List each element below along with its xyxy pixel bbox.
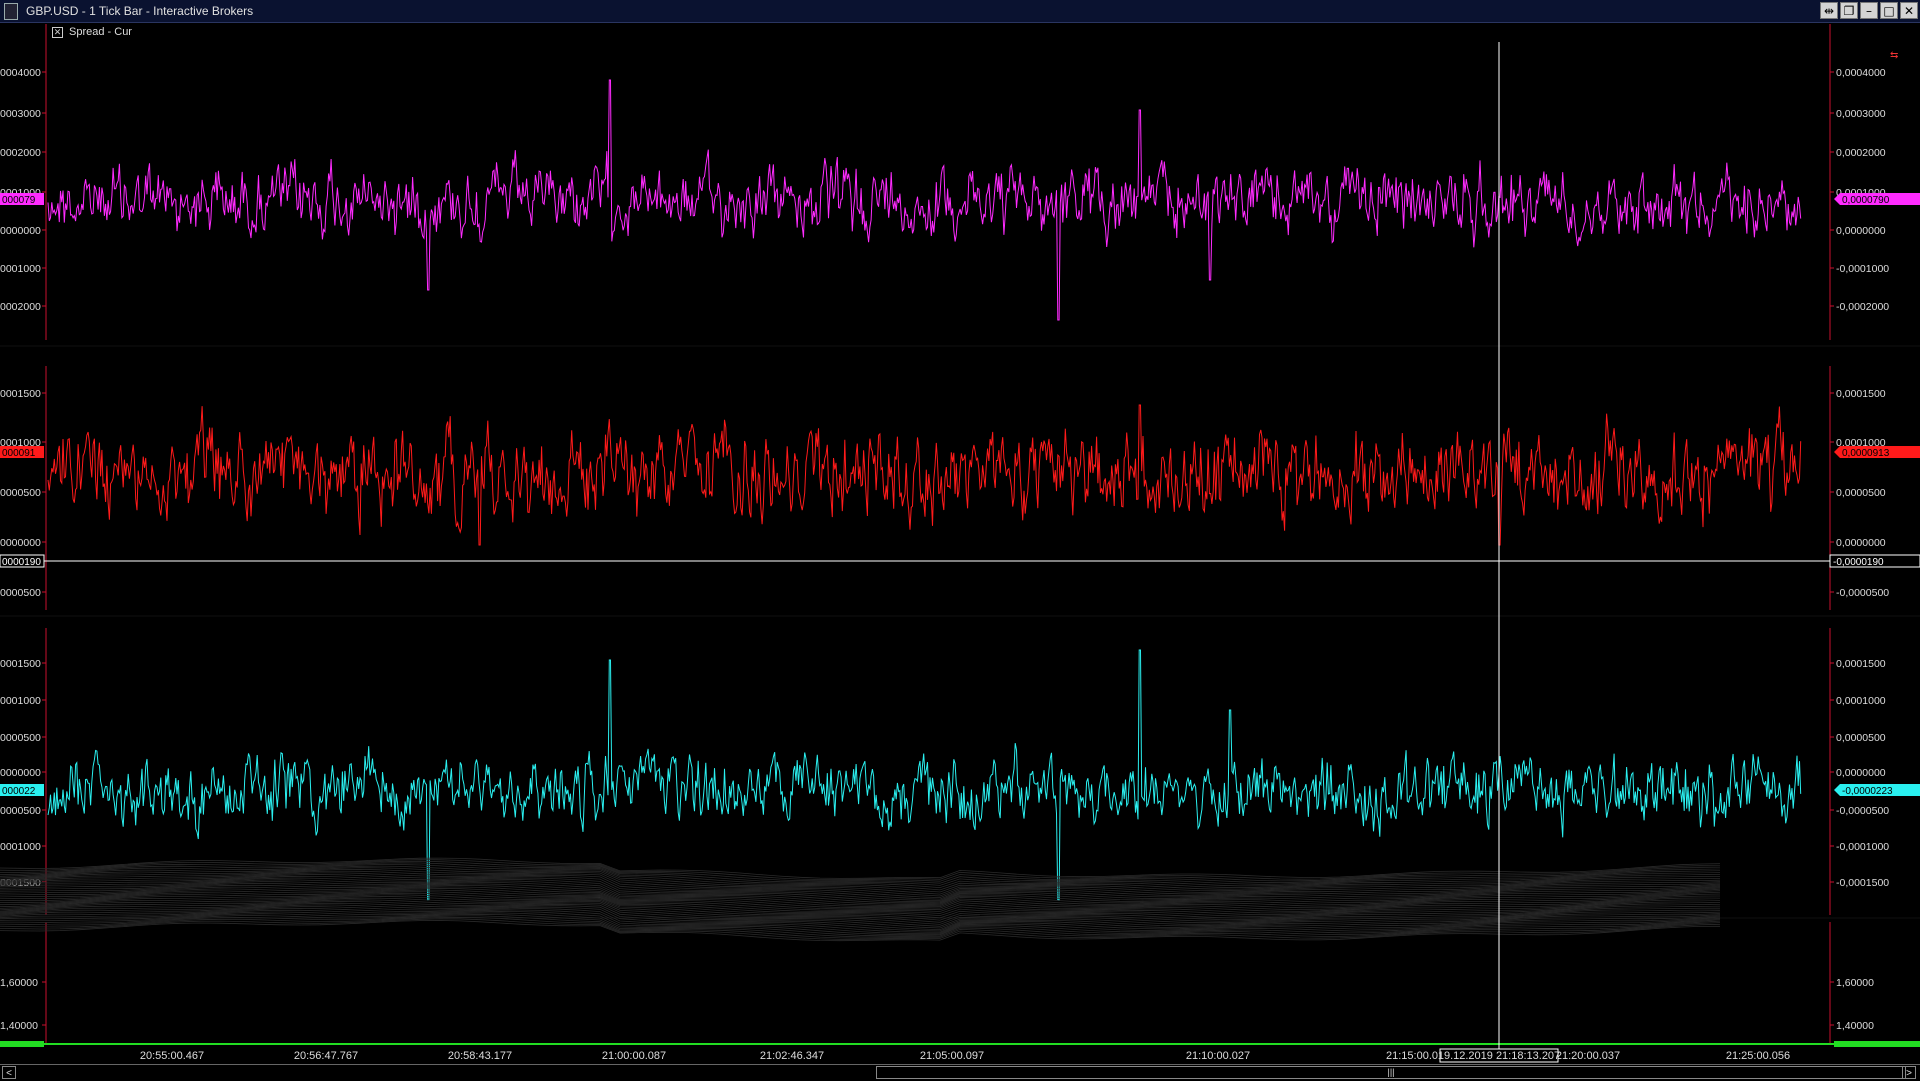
close-button[interactable]: ✕ xyxy=(1900,2,1918,19)
time-axis-label: 21:05:00.097 xyxy=(920,1050,984,1062)
right-tick-label: -0,0001000 xyxy=(1836,263,1889,275)
right-tick-label: -0,0001000 xyxy=(1836,841,1889,853)
horizontal-scrollbar[interactable]: < ||| > xyxy=(0,1064,1920,1081)
right-tick-label: -0,0000500 xyxy=(1836,805,1889,817)
left-tick-label: 1,40000 xyxy=(0,1020,38,1032)
left-tick-label: 0004000 xyxy=(0,67,41,79)
crosshair-left-value: 0000190 xyxy=(2,557,41,568)
time-axis-label: 20:55:00.467 xyxy=(140,1050,204,1062)
time-axis-label: 21:02:46.347 xyxy=(760,1050,824,1062)
time-axis-label: 21:10:00.027 xyxy=(1186,1050,1250,1062)
left-tick-label: 0002000 xyxy=(0,147,41,159)
time-axis-label: 20:56:47.767 xyxy=(294,1050,358,1062)
left-tick-label: 0000500 xyxy=(0,487,41,499)
left-tick-label: 0000000 xyxy=(0,767,41,779)
time-axis-label: 21:25:00.056 xyxy=(1726,1050,1790,1062)
minimize-button[interactable]: – xyxy=(1860,2,1878,19)
left-tick-label: 0000000 xyxy=(0,537,41,549)
restore-icon[interactable]: ❐ xyxy=(1840,2,1858,19)
left-value-tag-text: 000091 xyxy=(2,448,36,459)
scroll-thumb[interactable]: ||| xyxy=(876,1066,1906,1079)
right-tick-label: 0,0000000 xyxy=(1836,537,1886,549)
right-tick-label: 1,60000 xyxy=(1836,977,1874,989)
bottom-left-tag xyxy=(0,1041,44,1047)
title-bar: GBP.USD - 1 Tick Bar - Interactive Broke… xyxy=(0,0,1920,23)
time-axis-label: 21:00:00.087 xyxy=(602,1050,666,1062)
right-tick-label: 1,40000 xyxy=(1836,1020,1874,1032)
right-tick-label: 0,0000000 xyxy=(1836,767,1886,779)
right-tick-label: 0,0001000 xyxy=(1836,695,1886,707)
left-tick-label: 0000500 xyxy=(0,805,41,817)
left-tick-label: 0002000 xyxy=(0,301,41,313)
app-icon xyxy=(4,3,18,20)
red-series-line xyxy=(47,404,1802,546)
right-tick-label: 0,0001500 xyxy=(1836,388,1886,400)
left-tick-label: 0003000 xyxy=(0,108,41,120)
time-axis-label: 20:58:43.177 xyxy=(448,1050,512,1062)
crosshair-time-label: 19.12.2019 21:18:13.207 xyxy=(1438,1050,1560,1062)
left-tick-label: 0000500 xyxy=(0,732,41,744)
right-tick-label: 0,0000500 xyxy=(1836,487,1886,499)
right-tick-label: 0,0004000 xyxy=(1836,67,1886,79)
time-axis-label: 21:15:00.0 xyxy=(1386,1050,1438,1062)
right-tick-label: 0,0001500 xyxy=(1836,658,1886,670)
bottom-right-tag xyxy=(1834,1041,1920,1047)
left-value-tag-text: 000022 xyxy=(2,786,36,797)
scroll-right-button[interactable]: > xyxy=(1902,1066,1916,1079)
left-tick-label: 0001000 xyxy=(0,263,41,275)
scroll-left-button[interactable]: < xyxy=(2,1066,16,1079)
right-tick-label: 0,0002000 xyxy=(1836,147,1886,159)
right-tick-label: -0,0000500 xyxy=(1836,587,1889,599)
magenta-series-line xyxy=(47,79,1802,321)
right-value-tag-text: 0,0000913 xyxy=(1842,448,1890,459)
left-tick-label: 0000000 xyxy=(0,225,41,237)
right-tick-label: 0,0000000 xyxy=(1836,225,1886,237)
link-icon[interactable]: ⇹ xyxy=(1820,2,1838,19)
left-tick-label: 0001500 xyxy=(0,658,41,670)
right-tick-label: 0,0000500 xyxy=(1836,732,1886,744)
right-value-tag-text: 0,0000790 xyxy=(1842,195,1890,206)
time-axis-label: 21:20:00.037 xyxy=(1556,1050,1620,1062)
left-tick-label: 0001500 xyxy=(0,388,41,400)
chart-area[interactable]: 0004000 0003000 0002000 0001000 0000000 00010… xyxy=(0,22,1920,1064)
crosshair-right-value: -0,0000190 xyxy=(1833,557,1884,568)
right-tick-label: -0,0002000 xyxy=(1836,301,1889,313)
right-tick-label: 0,0003000 xyxy=(1836,108,1886,120)
right-tick-label: -0,0001500 xyxy=(1836,877,1889,889)
left-tick-label: 0001000 xyxy=(0,695,41,707)
window-title: GBP.USD - 1 Tick Bar - Interactive Broke… xyxy=(26,4,254,18)
left-tick-label: 1,60000 xyxy=(0,977,38,989)
right-value-tag-text: -0,0000223 xyxy=(1842,786,1893,797)
left-value-tag-text: 000079 xyxy=(2,195,36,206)
left-tick-label: 0000500 xyxy=(0,587,41,599)
maximize-button[interactable]: □ xyxy=(1880,2,1898,19)
left-tick-label: 0001000 xyxy=(0,841,41,853)
direction-arrows-icon: ⇆ xyxy=(1890,50,1898,61)
